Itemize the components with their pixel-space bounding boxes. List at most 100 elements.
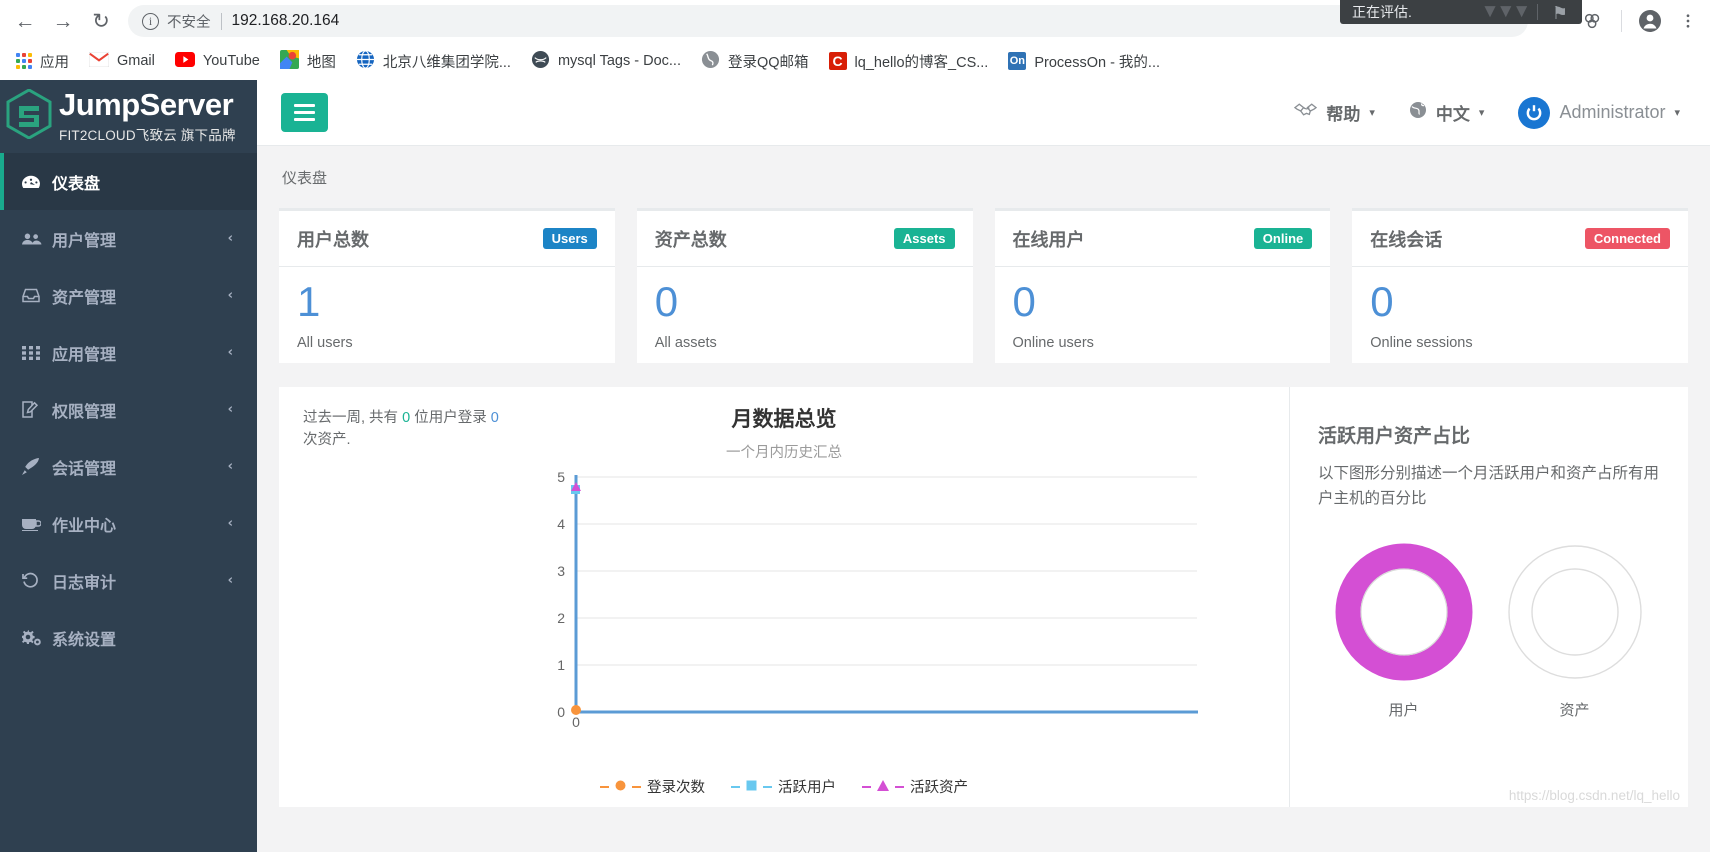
bookmark-qq-mail[interactable]: 登录QQ邮箱	[691, 45, 819, 78]
monthly-chart-section: 过去一周, 共有 0 位用户登录 0 次资产. 月数据总览 一个月内历史汇总 5…	[279, 387, 1289, 807]
grid-icon	[22, 345, 48, 360]
chevron-left-icon: ‹	[227, 459, 233, 474]
svg-text:1: 1	[557, 657, 565, 673]
language-menu[interactable]: 中文 ▾	[1409, 100, 1484, 125]
bookmark-apps[interactable]: 应用	[6, 46, 79, 77]
card-body: 0 Online sessions	[1352, 267, 1688, 352]
dashboard-icon	[22, 175, 48, 189]
svg-text:2: 2	[557, 610, 565, 626]
chart-legend: 登录次数 活跃用户 活跃资产	[279, 776, 1289, 797]
sidebar-item-settings[interactable]: 系统设置	[0, 609, 257, 666]
bookmark-youtube[interactable]: YouTube	[165, 47, 270, 76]
weekly-suffix: 次资产.	[303, 432, 351, 449]
notification-bubble[interactable]: 正在评估. ▼▼▼ ⚑	[1340, 0, 1582, 24]
bookmark-gmail[interactable]: Gmail	[79, 47, 165, 76]
card-title: 资产总数	[654, 229, 727, 250]
card-body: 1 All users	[279, 267, 615, 352]
sidebar-item-applications[interactable]: 应用管理 ‹	[0, 324, 257, 381]
csdn-icon: C	[828, 52, 847, 70]
chrome-menu-icon[interactable]	[1670, 3, 1706, 39]
sidebar-item-label: 作业中心	[52, 517, 117, 535]
weekly-login-count: 0	[490, 410, 499, 426]
legend-marker-circle	[615, 779, 626, 795]
donut-users-chart	[1335, 543, 1472, 681]
sidebar-item-sessions[interactable]: 会话管理 ‹	[0, 438, 257, 495]
breadcrumb: 仪表盘	[257, 146, 1710, 208]
sidebar-item-label: 资产管理	[52, 289, 117, 307]
stat-card-assets: 资产总数 Assets 0 All assets	[636, 208, 973, 363]
history-icon	[22, 572, 48, 589]
sidebar-item-assets[interactable]: 资产管理 ‹	[0, 267, 257, 324]
card-header: 资产总数 Assets	[636, 211, 973, 267]
svg-text:4: 4	[557, 516, 565, 532]
bookmark-processon[interactable]: On ProcessOn - 我的...	[998, 46, 1170, 77]
line-chart-plot: 5 4 3 2 1 0 0	[547, 467, 1207, 727]
donut-charts: 用户 资产	[1318, 538, 1660, 720]
brand-subtitle: FIT2CLOUD飞致云 旗下品牌	[59, 128, 236, 143]
user-name-label: Administrator	[1559, 102, 1666, 122]
card-subtitle: Online sessions	[1370, 335, 1473, 351]
profile-avatar-icon[interactable]	[1632, 3, 1668, 39]
coffee-icon	[22, 517, 48, 531]
donut-assets: 资产	[1501, 538, 1649, 720]
omnibox-divider	[220, 12, 222, 30]
card-value: 1	[297, 278, 320, 325]
bookmark-flag-icon[interactable]: ⚑	[1552, 3, 1568, 24]
chevron-left-icon: ‹	[227, 231, 233, 246]
card-title: 在线用户	[1012, 229, 1085, 250]
breadcrumb-current: 仪表盘	[282, 169, 328, 187]
sidebar-item-label: 仪表盘	[52, 175, 101, 193]
status-badge: Assets	[893, 228, 955, 249]
bookmark-label: mysql Tags - Doc...	[557, 53, 681, 69]
bookmark-maps[interactable]: 地图	[270, 45, 346, 78]
help-label: 帮助	[1326, 105, 1361, 124]
svg-text:0: 0	[572, 714, 580, 727]
status-badge: Connected	[1584, 228, 1670, 249]
address-bar[interactable]: i 不安全 192.168.20.164	[128, 5, 1528, 37]
bookmark-label: lq_hello的博客_CS...	[854, 54, 989, 71]
back-arrow-icon[interactable]: ←	[6, 2, 44, 40]
legend-label: 活跃用户	[778, 780, 836, 796]
bookmarks-bar: 应用 Gmail YouTube 地图 北京八维集团学院... mysql Ta…	[0, 42, 1710, 80]
url-text: 192.168.20.164	[231, 12, 340, 29]
reload-icon[interactable]: ↻	[82, 2, 120, 40]
bookmark-mysql-tags[interactable]: mysql Tags - Doc...	[521, 45, 691, 78]
legend-item-active-assets[interactable]: 活跃资产	[862, 776, 968, 797]
stat-card-online-users: 在线用户 Online 0 Online users	[994, 208, 1331, 363]
card-header: 在线用户 Online	[994, 211, 1331, 267]
legend-item-active-users[interactable]: 活跃用户	[731, 776, 836, 797]
help-menu[interactable]: 帮助 ▾	[1294, 100, 1375, 125]
sidebar-item-jobs[interactable]: 作业中心 ‹	[0, 495, 257, 552]
sidebar-item-dashboard[interactable]: 仪表盘	[0, 153, 257, 210]
donut-section-title: 活跃用户资产占比	[1318, 426, 1471, 447]
weekly-summary-text: 过去一周, 共有 0 位用户登录 0 次资产.	[303, 407, 503, 452]
youtube-icon	[174, 51, 195, 71]
sidebar-item-audit[interactable]: 日志审计 ‹	[0, 552, 257, 609]
sidebar: JumpServer FIT2CLOUD飞致云 旗下品牌 仪表盘 用户管理 ‹ …	[0, 80, 257, 852]
card-subtitle: Online users	[1012, 335, 1094, 351]
forward-arrow-icon[interactable]: →	[44, 2, 82, 40]
donut-assets-chart	[1507, 544, 1642, 679]
sidebar-item-users[interactable]: 用户管理 ‹	[0, 210, 257, 267]
stat-cards-row: 用户总数 Users 1 All users 资产总数 Assets 0 All…	[257, 208, 1710, 363]
bookmark-csdn-blog[interactable]: C lq_hello的博客_CS...	[819, 46, 999, 77]
bookmark-bjbw[interactable]: 北京八维集团学院...	[346, 45, 521, 78]
card-title: 用户总数	[297, 229, 369, 250]
sidebar-item-permissions[interactable]: 权限管理 ‹	[0, 381, 257, 438]
legend-item-logins[interactable]: 登录次数	[600, 776, 705, 797]
legend-dash-right	[895, 785, 904, 788]
card-value: 0	[1012, 278, 1036, 325]
watermark-text: https://blog.csdn.net/lq_hello	[1508, 788, 1680, 803]
card-title: 在线会话	[1370, 229, 1443, 250]
topbar: 帮助 ▾ 中文 ▾ Administrator ▾	[257, 80, 1710, 146]
apps-grid-icon	[16, 53, 32, 69]
brand-logo[interactable]: JumpServer FIT2CLOUD飞致云 旗下品牌	[0, 80, 257, 153]
user-menu[interactable]: Administrator ▾	[1518, 96, 1680, 129]
sidebar-item-label: 权限管理	[52, 403, 117, 421]
edit-square-icon	[22, 401, 48, 418]
chevron-left-icon: ‹	[227, 288, 233, 303]
rocket-icon	[22, 458, 48, 475]
legend-marker-square	[746, 779, 757, 795]
site-info-icon[interactable]: i	[142, 12, 159, 30]
hamburger-icon[interactable]	[281, 93, 328, 132]
